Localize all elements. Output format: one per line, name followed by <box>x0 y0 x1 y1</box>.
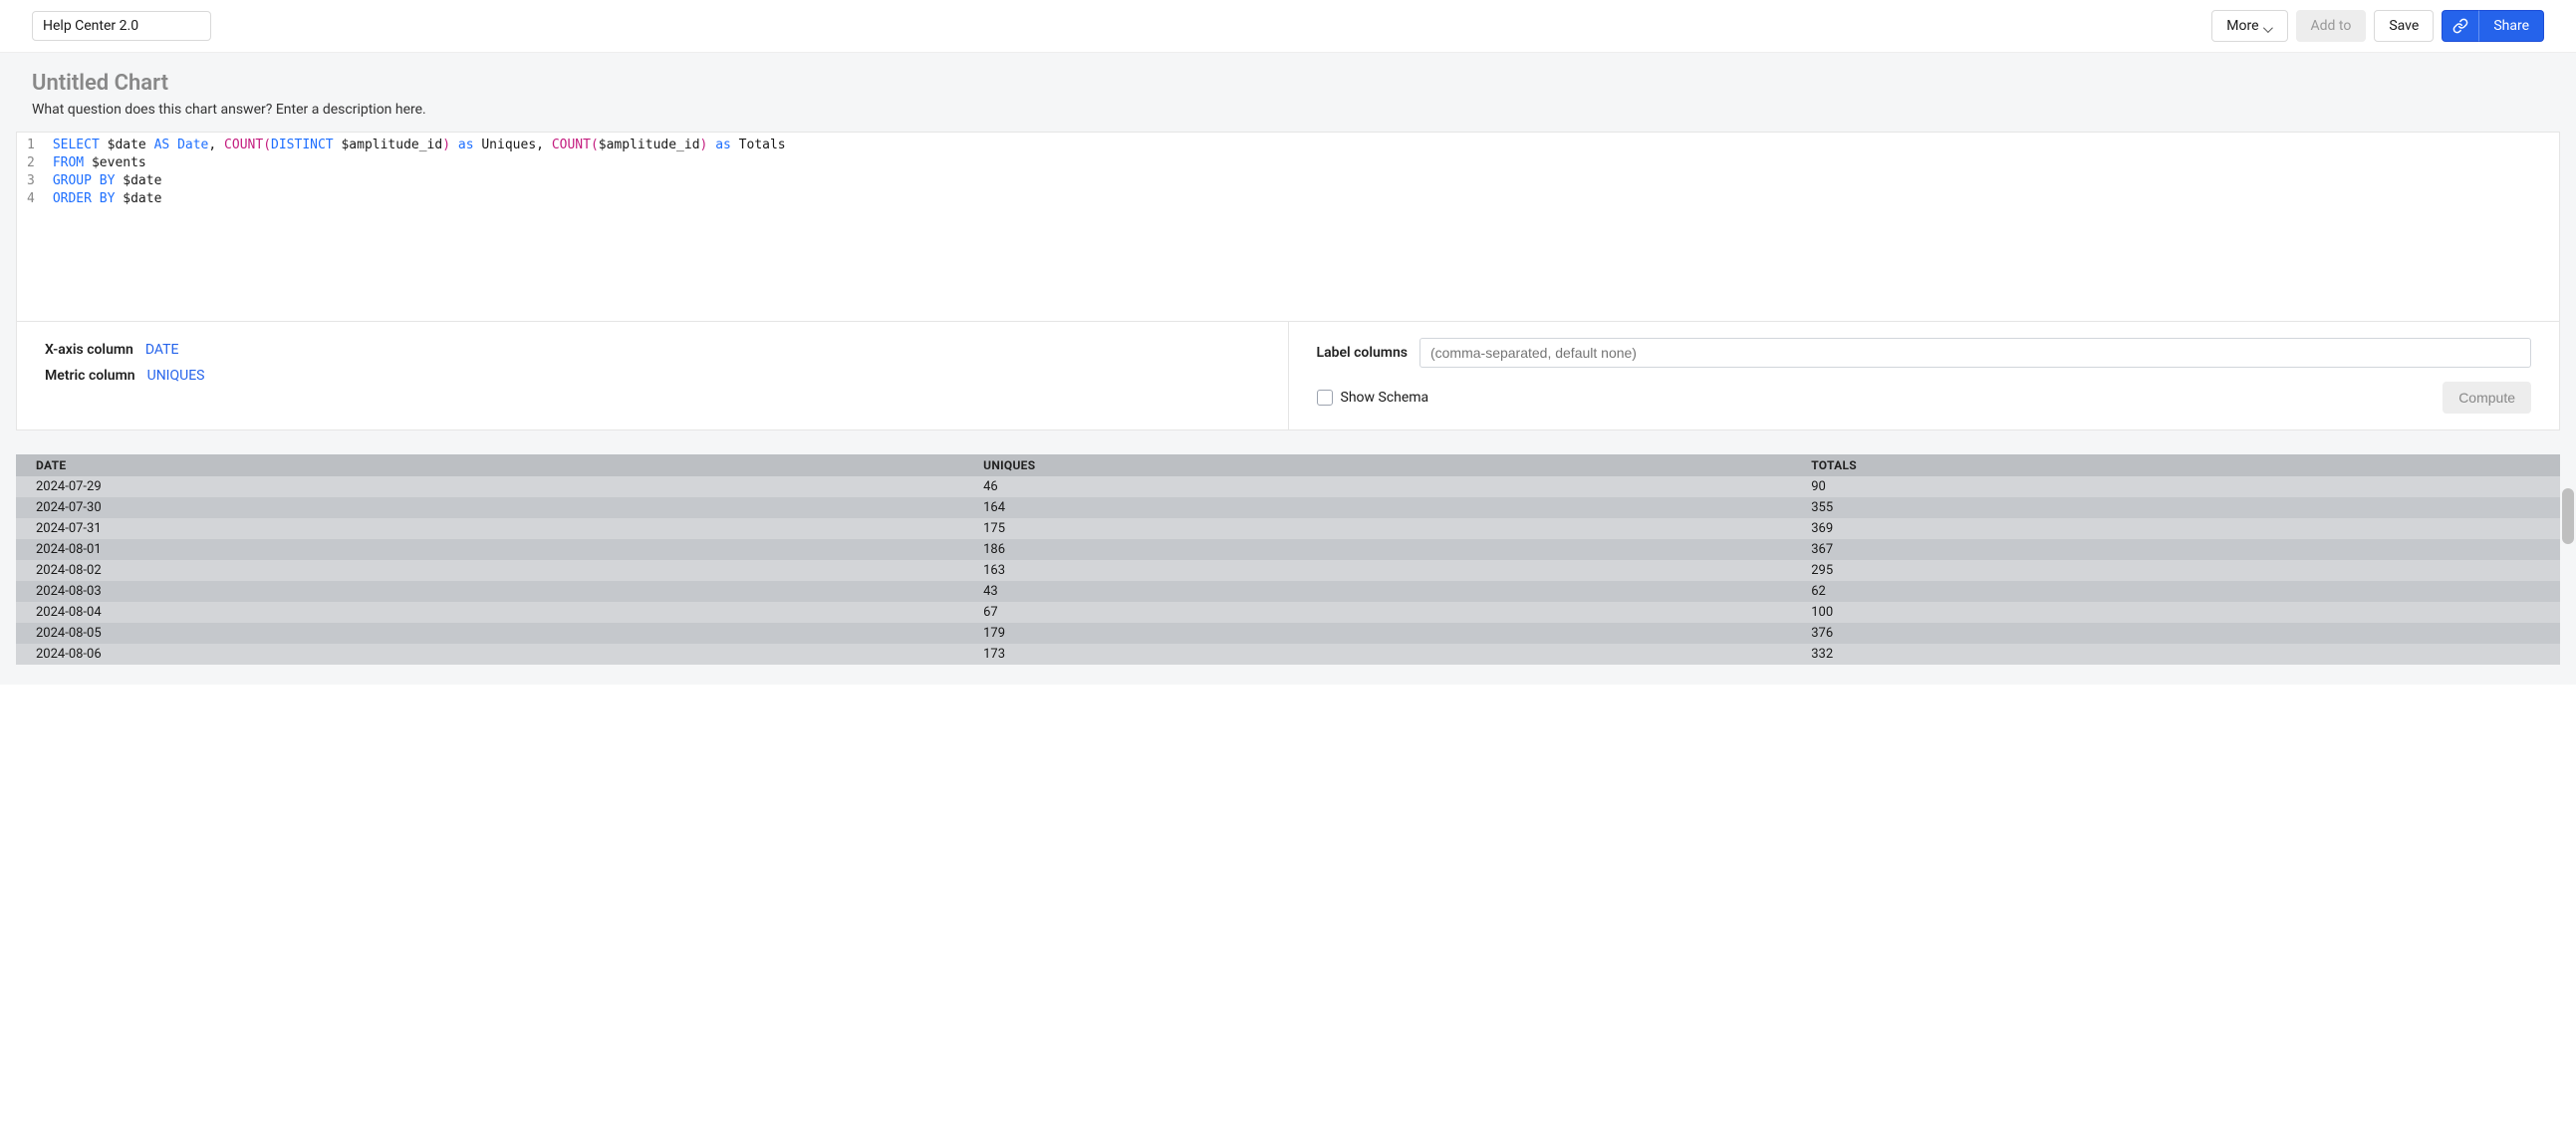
table-cell: 376 <box>1791 623 2560 644</box>
topbar: Help Center 2.0 More Add to Save Share <box>0 0 2576 53</box>
table-row[interactable]: 2024-08-0467100 <box>16 602 2560 623</box>
table-row[interactable]: 2024-07-294690 <box>16 476 2560 497</box>
save-button[interactable]: Save <box>2374 10 2434 42</box>
table-cell: 2024-08-01 <box>16 539 963 560</box>
share-link-button[interactable] <box>2442 10 2479 42</box>
table-cell: 2024-07-30 <box>16 497 963 518</box>
main-area: Untitled Chart What question does this c… <box>0 53 2576 685</box>
table-row[interactable]: 2024-08-034362 <box>16 581 2560 602</box>
config-right-row2: Show Schema Compute <box>1317 382 2532 414</box>
scrollbar[interactable] <box>2562 488 2574 544</box>
xaxis-config: X-axis column DATE <box>45 342 1260 358</box>
label-columns-input[interactable] <box>1419 338 2531 368</box>
show-schema-label: Show Schema <box>1341 390 1429 406</box>
config-left: X-axis column DATE Metric column UNIQUES <box>17 322 1289 429</box>
table-cell: 186 <box>963 539 1791 560</box>
add-to-button[interactable]: Add to <box>2296 10 2367 42</box>
table-cell: 43 <box>963 581 1791 602</box>
sql-editor[interactable]: 1234 SELECT $date AS Date, COUNT(DISTINC… <box>17 133 2559 322</box>
table-cell: 179 <box>963 623 1791 644</box>
share-label: Share <box>2493 18 2529 34</box>
chart-description[interactable]: What question does this chart answer? En… <box>32 102 2544 118</box>
show-schema-checkbox[interactable] <box>1317 390 1333 406</box>
config-right: Label columns Show Schema Compute <box>1289 322 2560 429</box>
table-header-cell[interactable]: UNIQUES <box>963 454 1791 476</box>
table-body: 2024-07-2946902024-07-301643552024-07-31… <box>16 476 2560 665</box>
table-cell: 2024-08-06 <box>16 644 963 665</box>
table-row[interactable]: 2024-08-05179376 <box>16 623 2560 644</box>
results-table-wrapper: DATEUNIQUESTOTALS 2024-07-2946902024-07-… <box>16 454 2560 665</box>
table-cell: 90 <box>1791 476 2560 497</box>
table-cell: 67 <box>963 602 1791 623</box>
table-header-row: DATEUNIQUESTOTALS <box>16 454 2560 476</box>
table-cell: 164 <box>963 497 1791 518</box>
topbar-actions: More Add to Save Share <box>2211 10 2544 42</box>
table-row[interactable]: 2024-08-02163295 <box>16 560 2560 581</box>
xaxis-label: X-axis column <box>45 342 133 358</box>
table-cell: 163 <box>963 560 1791 581</box>
table-cell: 332 <box>1791 644 2560 665</box>
title-block: Untitled Chart What question does this c… <box>0 53 2576 132</box>
add-to-label: Add to <box>2311 18 2352 34</box>
metric-config: Metric column UNIQUES <box>45 368 1260 384</box>
table-cell: 367 <box>1791 539 2560 560</box>
more-button[interactable]: More <box>2211 10 2287 42</box>
table-header-cell[interactable]: DATE <box>16 454 963 476</box>
table-row[interactable]: 2024-08-06173332 <box>16 644 2560 665</box>
table-cell: 173 <box>963 644 1791 665</box>
table-row[interactable]: 2024-07-30164355 <box>16 497 2560 518</box>
table-cell: 2024-08-03 <box>16 581 963 602</box>
table-row[interactable]: 2024-08-01186367 <box>16 539 2560 560</box>
compute-button[interactable]: Compute <box>2443 382 2531 414</box>
table-cell: 355 <box>1791 497 2560 518</box>
table-cell: 46 <box>963 476 1791 497</box>
metric-value[interactable]: UNIQUES <box>147 368 205 384</box>
label-columns-row: Label columns <box>1317 338 2532 368</box>
metric-label: Metric column <box>45 368 135 384</box>
more-label: More <box>2226 18 2258 34</box>
link-icon <box>2452 18 2468 34</box>
show-schema-row: Show Schema <box>1317 390 1429 406</box>
query-panel: 1234 SELECT $date AS Date, COUNT(DISTINC… <box>16 132 2560 430</box>
table-cell: 2024-07-31 <box>16 518 963 539</box>
share-group: Share <box>2442 10 2544 42</box>
table-row[interactable]: 2024-07-31175369 <box>16 518 2560 539</box>
results-table: DATEUNIQUESTOTALS 2024-07-2946902024-07-… <box>16 454 2560 665</box>
project-name: Help Center 2.0 <box>43 18 138 34</box>
config-row: X-axis column DATE Metric column UNIQUES… <box>17 322 2559 429</box>
table-cell: 2024-08-02 <box>16 560 963 581</box>
table-cell: 295 <box>1791 560 2560 581</box>
share-button[interactable]: Share <box>2479 10 2544 42</box>
table-cell: 2024-07-29 <box>16 476 963 497</box>
xaxis-value[interactable]: DATE <box>145 342 179 358</box>
project-selector[interactable]: Help Center 2.0 <box>32 11 211 41</box>
table-cell: 175 <box>963 518 1791 539</box>
label-columns-label: Label columns <box>1317 345 1408 361</box>
table-header-cell[interactable]: TOTALS <box>1791 454 2560 476</box>
table-cell: 100 <box>1791 602 2560 623</box>
line-gutter: 1234 <box>27 137 53 317</box>
save-label: Save <box>2389 18 2419 34</box>
table-cell: 2024-08-04 <box>16 602 963 623</box>
chart-title[interactable]: Untitled Chart <box>32 71 2544 96</box>
table-cell: 2024-08-05 <box>16 623 963 644</box>
code-lines: SELECT $date AS Date, COUNT(DISTINCT $am… <box>53 137 786 317</box>
chevron-down-icon <box>2263 21 2273 31</box>
table-cell: 369 <box>1791 518 2560 539</box>
table-cell: 62 <box>1791 581 2560 602</box>
